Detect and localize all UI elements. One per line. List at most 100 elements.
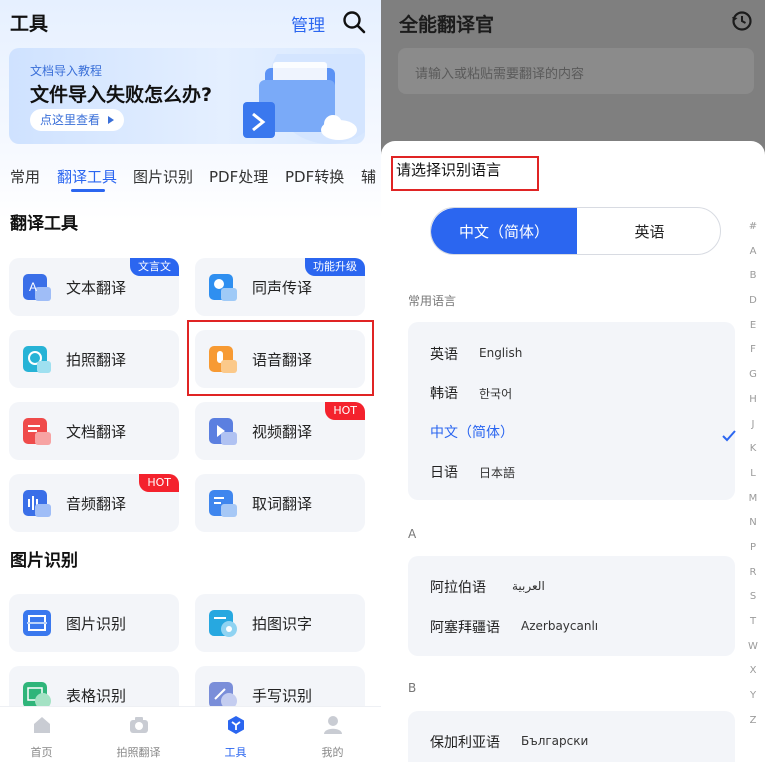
card-photo-translate[interactable]: 拍照翻译 — [9, 330, 179, 388]
tutorial-banner[interactable]: 文档导入教程 文件导入失败怎么办? 点这里查看 — [9, 48, 365, 144]
card-simultaneous-interpret[interactable]: 同声传译 功能升级 — [195, 258, 365, 316]
card-label: 同声传译 — [252, 279, 313, 297]
index-letter[interactable]: P — [745, 542, 761, 567]
card-audio-translate[interactable]: 音频翻译 HOT — [9, 474, 179, 532]
translator-screen: 全能翻译官 请输入或粘贴需要翻译的内容 请选择识别语言 中文（简体） 英语 常用… — [381, 0, 765, 762]
language-name: 中文（简体） — [430, 425, 514, 441]
index-letter[interactable]: X — [745, 665, 761, 690]
profile-icon — [324, 716, 342, 734]
video-translate-icon — [209, 418, 237, 445]
home-icon — [34, 717, 50, 733]
card-text-translate[interactable]: A 文本翻译 文言文 — [9, 258, 179, 316]
language-native-name: Български — [521, 734, 589, 748]
card-label: 视频翻译 — [252, 423, 313, 441]
card-video-translate[interactable]: 视频翻译 HOT — [195, 402, 365, 460]
page-title: 工具 — [10, 13, 49, 35]
index-letter[interactable]: Y — [745, 690, 761, 715]
banner-subtitle: 文档导入教程 — [30, 64, 103, 78]
nav-profile[interactable]: 我的 — [285, 707, 380, 762]
banner-title: 文件导入失败怎么办? — [30, 84, 213, 106]
badge-hot: HOT — [139, 474, 179, 492]
index-letter[interactable]: W — [745, 641, 761, 666]
badge-hot: HOT — [325, 402, 365, 420]
tab-image-recognition[interactable]: 图片识别 — [133, 166, 193, 187]
photo-ocr-icon — [209, 610, 237, 637]
common-languages-list: 英语 English 韩语 한국어 中文（简体） 日语 日本語 — [408, 322, 736, 500]
language-row-japanese[interactable]: 日语 日本語 — [430, 462, 720, 482]
tab-translate-tools[interactable]: 翻译工具 — [57, 166, 117, 187]
index-letter[interactable]: J — [745, 419, 761, 444]
index-letter[interactable]: K — [745, 443, 761, 468]
index-letter[interactable]: L — [745, 468, 761, 493]
tab-more[interactable]: 辅 — [361, 166, 376, 187]
translator-title: 全能翻译官 — [399, 14, 495, 36]
index-letter[interactable]: G — [745, 369, 761, 394]
language-row-azerbaijani[interactable]: 阿塞拜疆语 Azerbaycanlı — [430, 617, 720, 637]
search-icon[interactable] — [342, 10, 366, 34]
card-image-recognize[interactable]: 图片识别 — [9, 594, 179, 652]
tab-pdf-convert[interactable]: PDF转换 — [285, 166, 344, 187]
tools-icon — [228, 716, 244, 734]
index-letter[interactable]: F — [745, 344, 761, 369]
image-recognize-icon — [23, 610, 51, 636]
history-icon[interactable] — [731, 10, 753, 32]
nav-home[interactable]: 首页 — [0, 707, 89, 762]
manage-button[interactable]: 管理 — [291, 11, 325, 36]
nav-photo-translate[interactable]: 拍照翻译 — [91, 707, 186, 762]
language-row-korean[interactable]: 韩语 한국어 — [430, 383, 720, 403]
segment-target-language[interactable]: 英语 — [577, 208, 720, 254]
index-letter[interactable]: S — [745, 591, 761, 616]
folder-illustration-icon — [243, 54, 365, 144]
index-letter[interactable]: E — [745, 320, 761, 345]
segment-source-language[interactable]: 中文（简体） — [431, 208, 577, 254]
index-letter[interactable]: # — [745, 221, 761, 246]
language-row-chinese-simplified[interactable]: 中文（简体） — [430, 422, 720, 442]
translate-input-placeholder: 请输入或粘贴需要翻译的内容 — [415, 67, 585, 82]
language-name: 日语 — [430, 465, 458, 481]
card-label: 拍照翻译 — [66, 351, 127, 369]
language-native-name: 한국어 — [479, 387, 513, 401]
index-letter[interactable]: H — [745, 394, 761, 419]
index-letter[interactable]: A — [745, 246, 761, 271]
index-letter[interactable]: T — [745, 616, 761, 641]
card-label: 图片识别 — [66, 615, 127, 633]
language-row-bulgarian[interactable]: 保加利亚语 Български — [430, 732, 720, 752]
card-label: 拍图识字 — [252, 615, 313, 633]
index-letter[interactable]: N — [745, 517, 761, 542]
svg-text:A: A — [29, 280, 37, 294]
simultaneous-interpret-icon — [209, 274, 237, 301]
nav-tools[interactable]: 工具 — [188, 707, 283, 762]
translate-input[interactable]: 请输入或粘贴需要翻译的内容 — [398, 48, 754, 94]
index-letter[interactable]: M — [745, 493, 761, 518]
common-languages-header: 常用语言 — [408, 294, 457, 308]
tools-screen: 工具 管理 文档导入教程 文件导入失败怎么办? 点这里查看 常用 翻译工具 图片… — [0, 0, 381, 762]
index-letter[interactable]: Z — [745, 715, 761, 740]
language-select-sheet: 请选择识别语言 中文（简体） 英语 常用语言 英语 English 韩语 한국어… — [381, 141, 765, 762]
top-bar: 工具 管理 — [0, 0, 381, 44]
nav-label: 我的 — [321, 746, 344, 759]
index-letter[interactable]: B — [745, 270, 761, 295]
section-title-translate: 翻译工具 — [10, 214, 78, 234]
language-row-arabic[interactable]: 阿拉伯语 العربية — [430, 577, 720, 597]
nav-label: 首页 — [30, 746, 53, 759]
card-label: 手写识别 — [252, 687, 313, 705]
language-segment-control: 中文（简体） 英语 — [430, 207, 721, 255]
card-label: 文本翻译 — [66, 279, 127, 297]
language-name: 阿拉伯语 — [430, 580, 486, 596]
card-label: 文档翻译 — [66, 423, 127, 441]
nav-label: 工具 — [224, 746, 247, 759]
language-row-english[interactable]: 英语 English — [430, 344, 720, 364]
banner-view-button[interactable]: 点这里查看 — [30, 109, 125, 131]
card-word-pick-translate[interactable]: 取词翻译 — [195, 474, 365, 532]
tab-pdf-process[interactable]: PDF处理 — [209, 166, 268, 187]
tab-common[interactable]: 常用 — [10, 166, 40, 187]
group-header-a: A — [408, 527, 417, 541]
index-letter[interactable]: D — [745, 295, 761, 320]
card-photo-ocr[interactable]: 拍图识字 — [195, 594, 365, 652]
language-native-name: English — [479, 346, 523, 360]
section-title-image: 图片识别 — [10, 551, 78, 571]
index-letter[interactable]: R — [745, 567, 761, 592]
group-b-list: 保加利亚语 Български — [408, 711, 735, 762]
nav-label: 拍照翻译 — [116, 746, 161, 759]
card-document-translate[interactable]: 文档翻译 — [9, 402, 179, 460]
